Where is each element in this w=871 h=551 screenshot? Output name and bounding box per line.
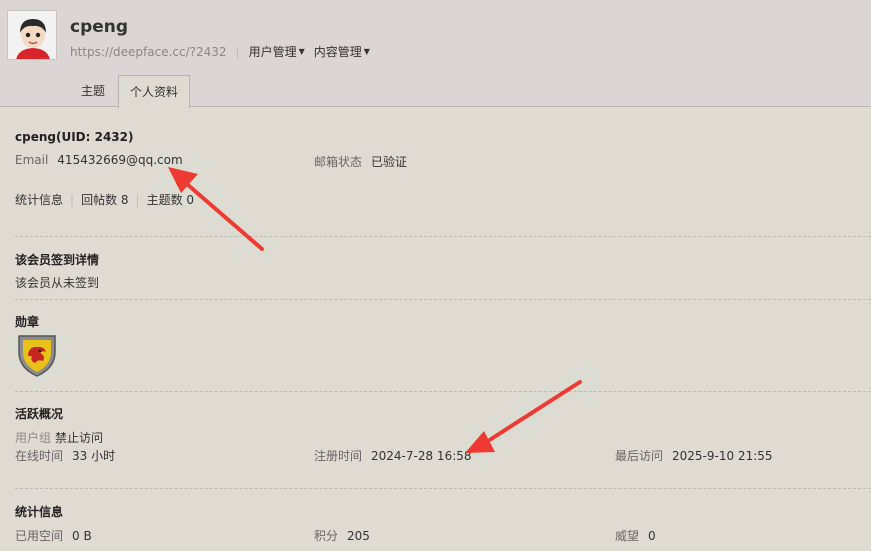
annotation-arrows	[168, 167, 582, 453]
red-arrow-icon	[168, 167, 264, 251]
red-arrow-icon	[465, 380, 582, 453]
